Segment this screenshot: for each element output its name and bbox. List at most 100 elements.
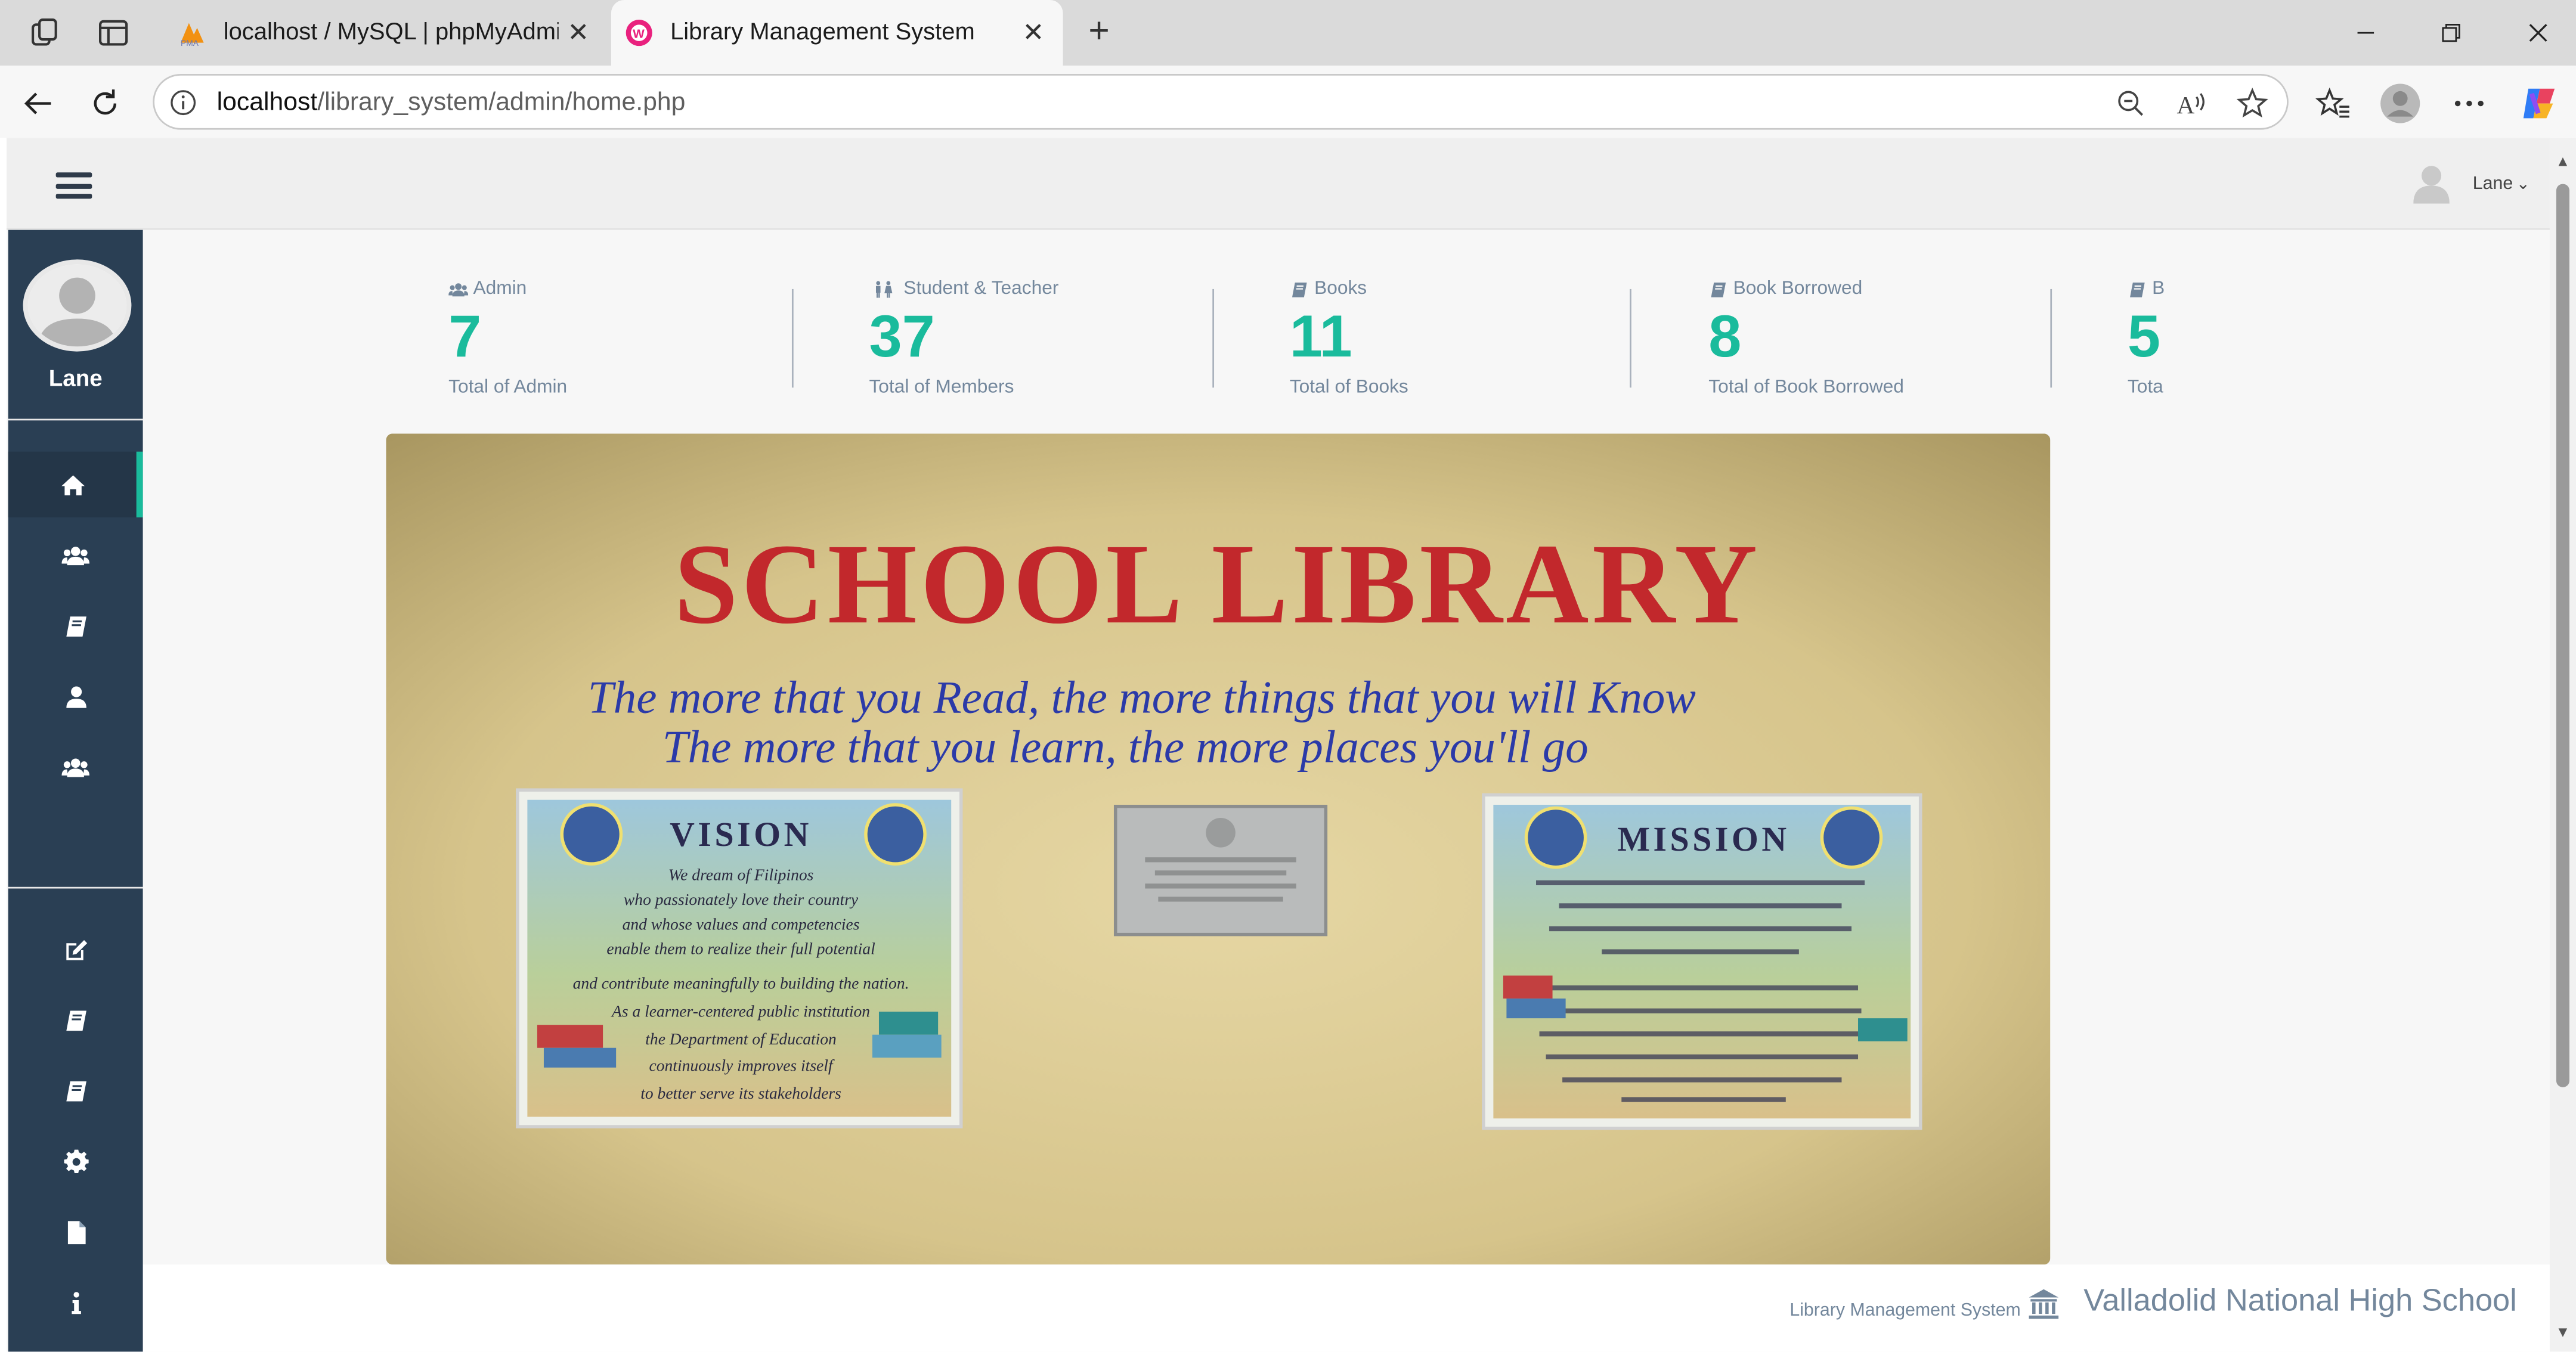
address-bar[interactable]: localhost/library_system/admin/home.php … [153, 73, 2289, 130]
url-host: localhost [216, 88, 318, 117]
users-icon [448, 282, 469, 296]
sidebar-item-book-returned[interactable] [8, 1058, 143, 1123]
sidebar-item-edit[interactable] [8, 916, 143, 982]
avatar [23, 259, 132, 352]
profile-avatar-icon[interactable] [2379, 82, 2422, 125]
app-container: Lane ⌄ Lane Admin 7 Total of Admin Stude… [7, 138, 2550, 1352]
file-icon [67, 1220, 85, 1244]
more-options-icon[interactable] [2448, 82, 2491, 125]
stat-value: 11 [1289, 302, 1352, 370]
favorite-star-icon[interactable] [2234, 85, 2271, 122]
footer: Library Management System Valladolid Nat… [143, 1264, 2550, 1352]
stat-label: Admin [448, 279, 527, 299]
tab-library-system[interactable]: W Library Management System ✕ [611, 0, 1063, 66]
sidebar-item-admins[interactable] [8, 522, 143, 588]
footer-system-name: Library Management System [1789, 1301, 2021, 1321]
read-aloud-icon[interactable]: A [2174, 85, 2210, 122]
favorites-icon[interactable] [2311, 82, 2354, 125]
school-library-banner: SCHOOL LIBRARY The more that you Read, t… [386, 433, 2051, 1265]
browser-toolbar: localhost/library_system/admin/home.php … [0, 66, 2576, 138]
back-button[interactable] [17, 82, 60, 125]
stat-caption: Total of Books [1289, 377, 1408, 398]
svg-text:the Department of Education: the Department of Education [645, 1029, 837, 1048]
stat-books: Books 11 Total of Books [1290, 276, 1710, 407]
vision-poster: VISION We dream of Filipinos who passion… [516, 788, 963, 1128]
mission-title: MISSION [1617, 820, 1789, 858]
scroll-up-arrow-icon[interactable]: ▲ [2555, 153, 2571, 169]
sidebar-item-settings[interactable] [8, 1128, 143, 1194]
plaque [1113, 804, 1328, 937]
stat-caption: Total of Book Borrowed [1708, 377, 1904, 398]
sidebar-divider [8, 886, 143, 889]
svg-text:PMA: PMA [181, 39, 199, 48]
book-icon [65, 1010, 86, 1030]
home-icon [60, 474, 84, 495]
stat-admin: Admin 7 Total of Admin [448, 276, 869, 407]
page-scrollbar[interactable]: ▲ ▼ [2549, 138, 2576, 1352]
close-tab-icon[interactable]: ✕ [1014, 17, 1053, 49]
restore-button[interactable] [2410, 0, 2493, 66]
svg-text:to better serve its stakeholde: to better serve its stakeholders [640, 1084, 841, 1102]
url-path: /library_system/admin/home.php [317, 88, 686, 117]
sidebar-item-book-borrowed[interactable] [8, 987, 143, 1053]
sidebar-item-user[interactable] [8, 663, 143, 729]
svg-text:and whose values and competenc: and whose values and competencies [623, 914, 860, 933]
sidebar-item-home[interactable] [8, 451, 143, 517]
stat-label: Books [1290, 279, 1367, 299]
sidebar-divider [8, 418, 143, 421]
new-tab-button[interactable]: + [1078, 10, 1120, 53]
users-icon [61, 758, 89, 777]
chevron-down-icon: ⌄ [2516, 175, 2530, 193]
user-avatar-icon [2413, 166, 2450, 204]
stat-members: Student & Teacher 37 Total of Members [869, 276, 1289, 407]
sidebar: Lane [8, 230, 143, 1352]
sidebar-item-members[interactable] [8, 734, 143, 800]
reload-button[interactable] [84, 82, 127, 125]
scrollbar-thumb[interactable] [2556, 184, 2569, 1087]
user-menu-dropdown[interactable]: Lane ⌄ [2413, 165, 2530, 204]
sidebar-item-about[interactable] [8, 1270, 143, 1335]
minimize-button[interactable] [2324, 0, 2407, 66]
institution-icon [2029, 1289, 2059, 1319]
svg-text:We dream of Filipinos: We dream of Filipinos [668, 866, 814, 884]
stat-book-borrowed: Book Borrowed 8 Total of Book Borrowed [1708, 276, 2129, 407]
top-navbar: Lane ⌄ [7, 138, 2550, 230]
stat-label: Student & Teacher [869, 279, 1058, 299]
sidebar-item-books[interactable] [8, 593, 143, 659]
stat-divider [2050, 289, 2052, 388]
main-content: Admin 7 Total of Admin Student & Teacher… [143, 230, 2550, 1265]
mission-poster: MISSION [1482, 793, 1922, 1130]
sidebar-item-reports[interactable] [8, 1199, 143, 1264]
copilot-icon[interactable] [2519, 82, 2562, 125]
book-icon [2130, 281, 2145, 297]
stat-divider [1212, 289, 1215, 388]
close-tab-icon[interactable]: ✕ [559, 17, 598, 49]
stat-book-returned: B 5 Tota [2128, 276, 2164, 407]
stat-divider [791, 289, 794, 388]
zoom-out-icon[interactable] [2113, 85, 2149, 122]
site-info-icon[interactable] [169, 89, 197, 117]
svg-text:and contribute meaningfully to: and contribute meaningfully to building … [573, 974, 909, 993]
menu-toggle-icon[interactable] [55, 172, 92, 199]
url-text[interactable]: localhost/library_system/admin/home.php [217, 89, 686, 119]
stat-divider [1630, 289, 1631, 388]
users-icon [61, 545, 89, 565]
book-icon [65, 615, 86, 636]
phpmyadmin-icon: PMA [181, 23, 204, 48]
stat-caption: Total of Admin [448, 377, 568, 398]
tab-actions-icon[interactable] [94, 13, 133, 52]
close-window-button[interactable] [2497, 0, 2576, 66]
wamp-icon: W [626, 20, 652, 46]
banner-line2: The more that you learn, the more places… [662, 721, 1589, 772]
footer-school-name: Valladolid National High School [2083, 1284, 2517, 1319]
scroll-down-arrow-icon[interactable]: ▼ [2555, 1324, 2571, 1341]
vision-title: VISION [670, 815, 812, 854]
gear-icon [63, 1149, 88, 1173]
stat-value: 7 [448, 302, 482, 370]
edit-icon [65, 939, 86, 960]
tab-phpmyadmin[interactable]: PMA localhost / MySQL | phpMyAdmin ✕ [165, 0, 608, 66]
banner-line1: The more that you Read, the more things … [588, 672, 1696, 723]
workspaces-icon[interactable] [26, 13, 66, 52]
book-icon [1711, 281, 1726, 297]
banner-heading: SCHOOL LIBRARY [674, 520, 1760, 647]
